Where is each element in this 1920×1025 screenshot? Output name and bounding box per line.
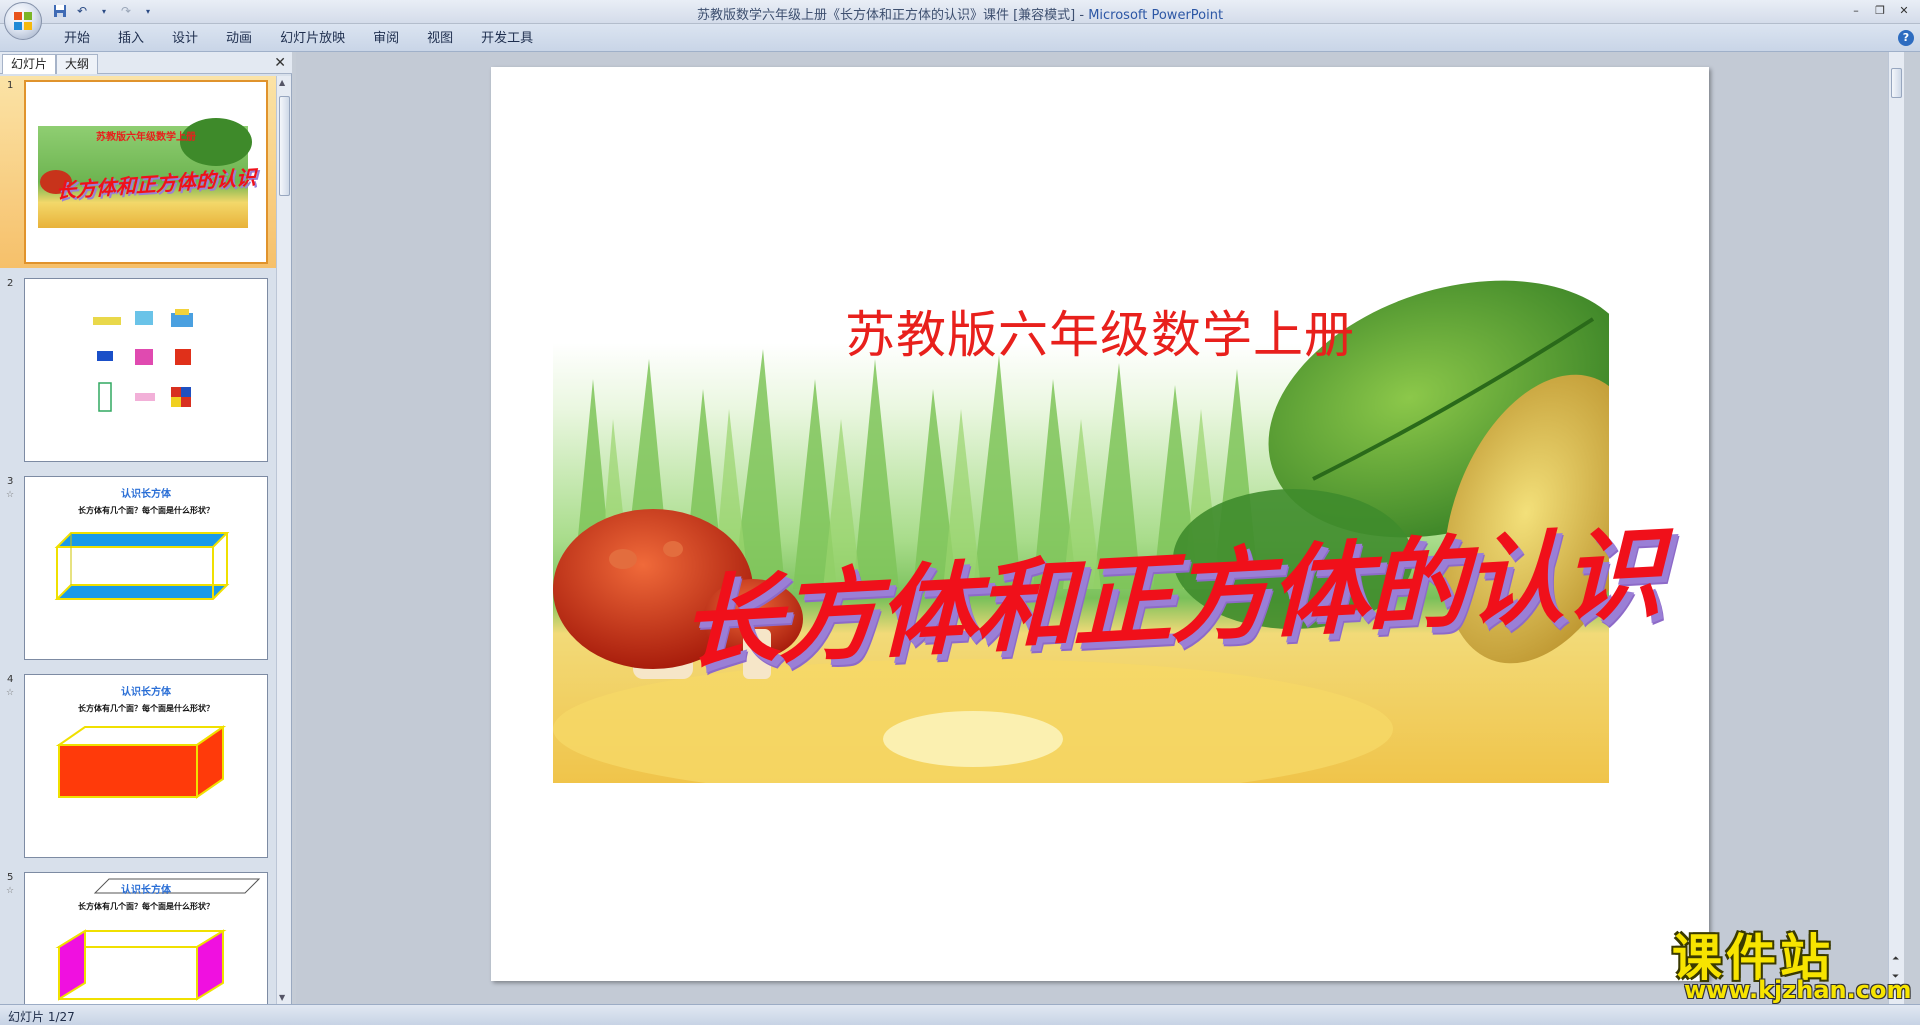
slide-number: 4 bbox=[7, 674, 14, 685]
scroll-down-icon[interactable]: ▼ bbox=[279, 993, 285, 1002]
close-icon[interactable]: ✕ bbox=[1894, 2, 1914, 18]
app-name: Microsoft PowerPoint bbox=[1088, 8, 1224, 23]
slide-thumbnail-4[interactable]: 4 ☆ 认识长方体 长方体有几个面？每个面是什么形状？ bbox=[0, 670, 276, 862]
tab-slides[interactable]: 幻灯片 bbox=[2, 54, 57, 74]
thumb-subtitle: 苏教版六年级数学上册 bbox=[96, 132, 196, 143]
tab-design[interactable]: 设计 bbox=[158, 30, 212, 48]
slides-panel: 幻灯片 大纲 ✕ 1 苏教版六年级数学上册 长方体和正方体的认识 2 3 ☆ 认… bbox=[0, 52, 292, 1004]
close-panel-icon[interactable]: ✕ bbox=[274, 55, 286, 71]
slide-editor: 苏教版六年级数学上册 长方体和正方体的认识 ⏶ ⏷ bbox=[296, 52, 1904, 1004]
title-bar: ↶ ▾ ↷ ▾ 苏教版数学六年级上册《长方体和正方体的认识》课件 [兼容模式] … bbox=[0, 0, 1920, 24]
tab-animations[interactable]: 动画 bbox=[212, 30, 266, 48]
tab-developer[interactable]: 开发工具 bbox=[467, 30, 547, 48]
help-icon[interactable]: ? bbox=[1898, 30, 1914, 46]
office-logo-icon bbox=[14, 12, 32, 30]
cuboid-top-bottom-image bbox=[54, 532, 230, 600]
slide-preview: 认识长方体 长方体有几个面？每个面是什么形状？ bbox=[24, 674, 268, 858]
slide-preview: 认识长方体 长方体有几个面？每个面是什么形状？ bbox=[24, 872, 268, 1004]
slide-preview bbox=[24, 278, 268, 462]
slide-number: 5 bbox=[7, 872, 14, 883]
watermark-logo: 课件站 www.kjzhan.com bbox=[1672, 918, 1911, 1008]
minimize-icon[interactable]: – bbox=[1846, 2, 1866, 18]
animation-star-icon: ☆ bbox=[6, 490, 15, 500]
watermark-url: www.kjzhan.com bbox=[1684, 976, 1912, 1004]
animation-star-icon: ☆ bbox=[6, 886, 15, 896]
title-separator: - bbox=[1075, 8, 1089, 23]
status-bar: 幻灯片 1/27 bbox=[0, 1004, 1920, 1025]
tab-home[interactable]: 开始 bbox=[50, 30, 104, 48]
slide-preview: 认识长方体 长方体有几个面？每个面是什么形状？ bbox=[24, 476, 268, 660]
tab-review[interactable]: 审阅 bbox=[359, 30, 413, 48]
slide-indicator: 幻灯片 1/27 bbox=[8, 1010, 75, 1024]
slide-number: 3 bbox=[7, 476, 14, 487]
slide-number: 2 bbox=[7, 278, 14, 289]
ribbon: 开始 插入 设计 动画 幻灯片放映 审阅 视图 开发工具 ? bbox=[0, 24, 1920, 52]
panel-tabs: 幻灯片 大纲 ✕ bbox=[0, 52, 292, 74]
thumbnail-list: 1 苏教版六年级数学上册 长方体和正方体的认识 2 3 ☆ 认识长方体 长方体有… bbox=[0, 76, 276, 1004]
tab-slideshow[interactable]: 幻灯片放映 bbox=[266, 30, 359, 48]
thumb-question: 长方体有几个面？每个面是什么形状？ bbox=[78, 902, 214, 911]
thumbnail-scrollbar[interactable]: ▲ ▼ bbox=[276, 76, 291, 1004]
animation-star-icon: ☆ bbox=[6, 688, 15, 698]
scrollbar-thumb[interactable] bbox=[279, 96, 290, 196]
editor-scrollbar[interactable]: ⏶ ⏷ bbox=[1888, 52, 1904, 1004]
tab-outline[interactable]: 大纲 bbox=[56, 54, 99, 74]
slide-number: 1 bbox=[7, 80, 14, 91]
tab-insert[interactable]: 插入 bbox=[104, 30, 158, 48]
slide-preview: 苏教版六年级数学上册 长方体和正方体的认识 bbox=[24, 80, 268, 264]
window-title: 苏教版数学六年级上册《长方体和正方体的认识》课件 [兼容模式] - Micros… bbox=[0, 4, 1920, 23]
cuboid-front-back-image bbox=[55, 725, 227, 799]
window-controls: – ❐ ✕ bbox=[1846, 2, 1914, 18]
restore-icon[interactable]: ❐ bbox=[1870, 2, 1890, 18]
ribbon-tabs: 开始 插入 设计 动画 幻灯片放映 审阅 视图 开发工具 bbox=[50, 30, 547, 48]
slide-thumbnail-1[interactable]: 1 苏教版六年级数学上册 长方体和正方体的认识 bbox=[0, 76, 276, 268]
slide-thumbnail-3[interactable]: 3 ☆ 认识长方体 长方体有几个面？每个面是什么形状？ bbox=[0, 472, 276, 664]
scrollbar-thumb[interactable] bbox=[1891, 68, 1902, 98]
slide-thumbnail-2[interactable]: 2 bbox=[0, 274, 276, 466]
slide-subtitle[interactable]: 苏教版六年级数学上册 bbox=[491, 295, 1709, 367]
tab-view[interactable]: 视图 bbox=[413, 30, 467, 48]
objects-grid-image bbox=[93, 309, 193, 412]
slide-thumbnail-5[interactable]: 5 ☆ 认识长方体 长方体有几个面？每个面是什么形状？ bbox=[0, 868, 276, 1004]
office-button[interactable] bbox=[4, 2, 42, 40]
current-slide[interactable]: 苏教版六年级数学上册 长方体和正方体的认识 bbox=[491, 67, 1709, 981]
thumb-heading: 认识长方体 bbox=[121, 885, 171, 896]
document-title: 苏教版数学六年级上册《长方体和正方体的认识》课件 [兼容模式] bbox=[696, 8, 1076, 23]
scroll-up-icon[interactable]: ▲ bbox=[279, 78, 285, 87]
